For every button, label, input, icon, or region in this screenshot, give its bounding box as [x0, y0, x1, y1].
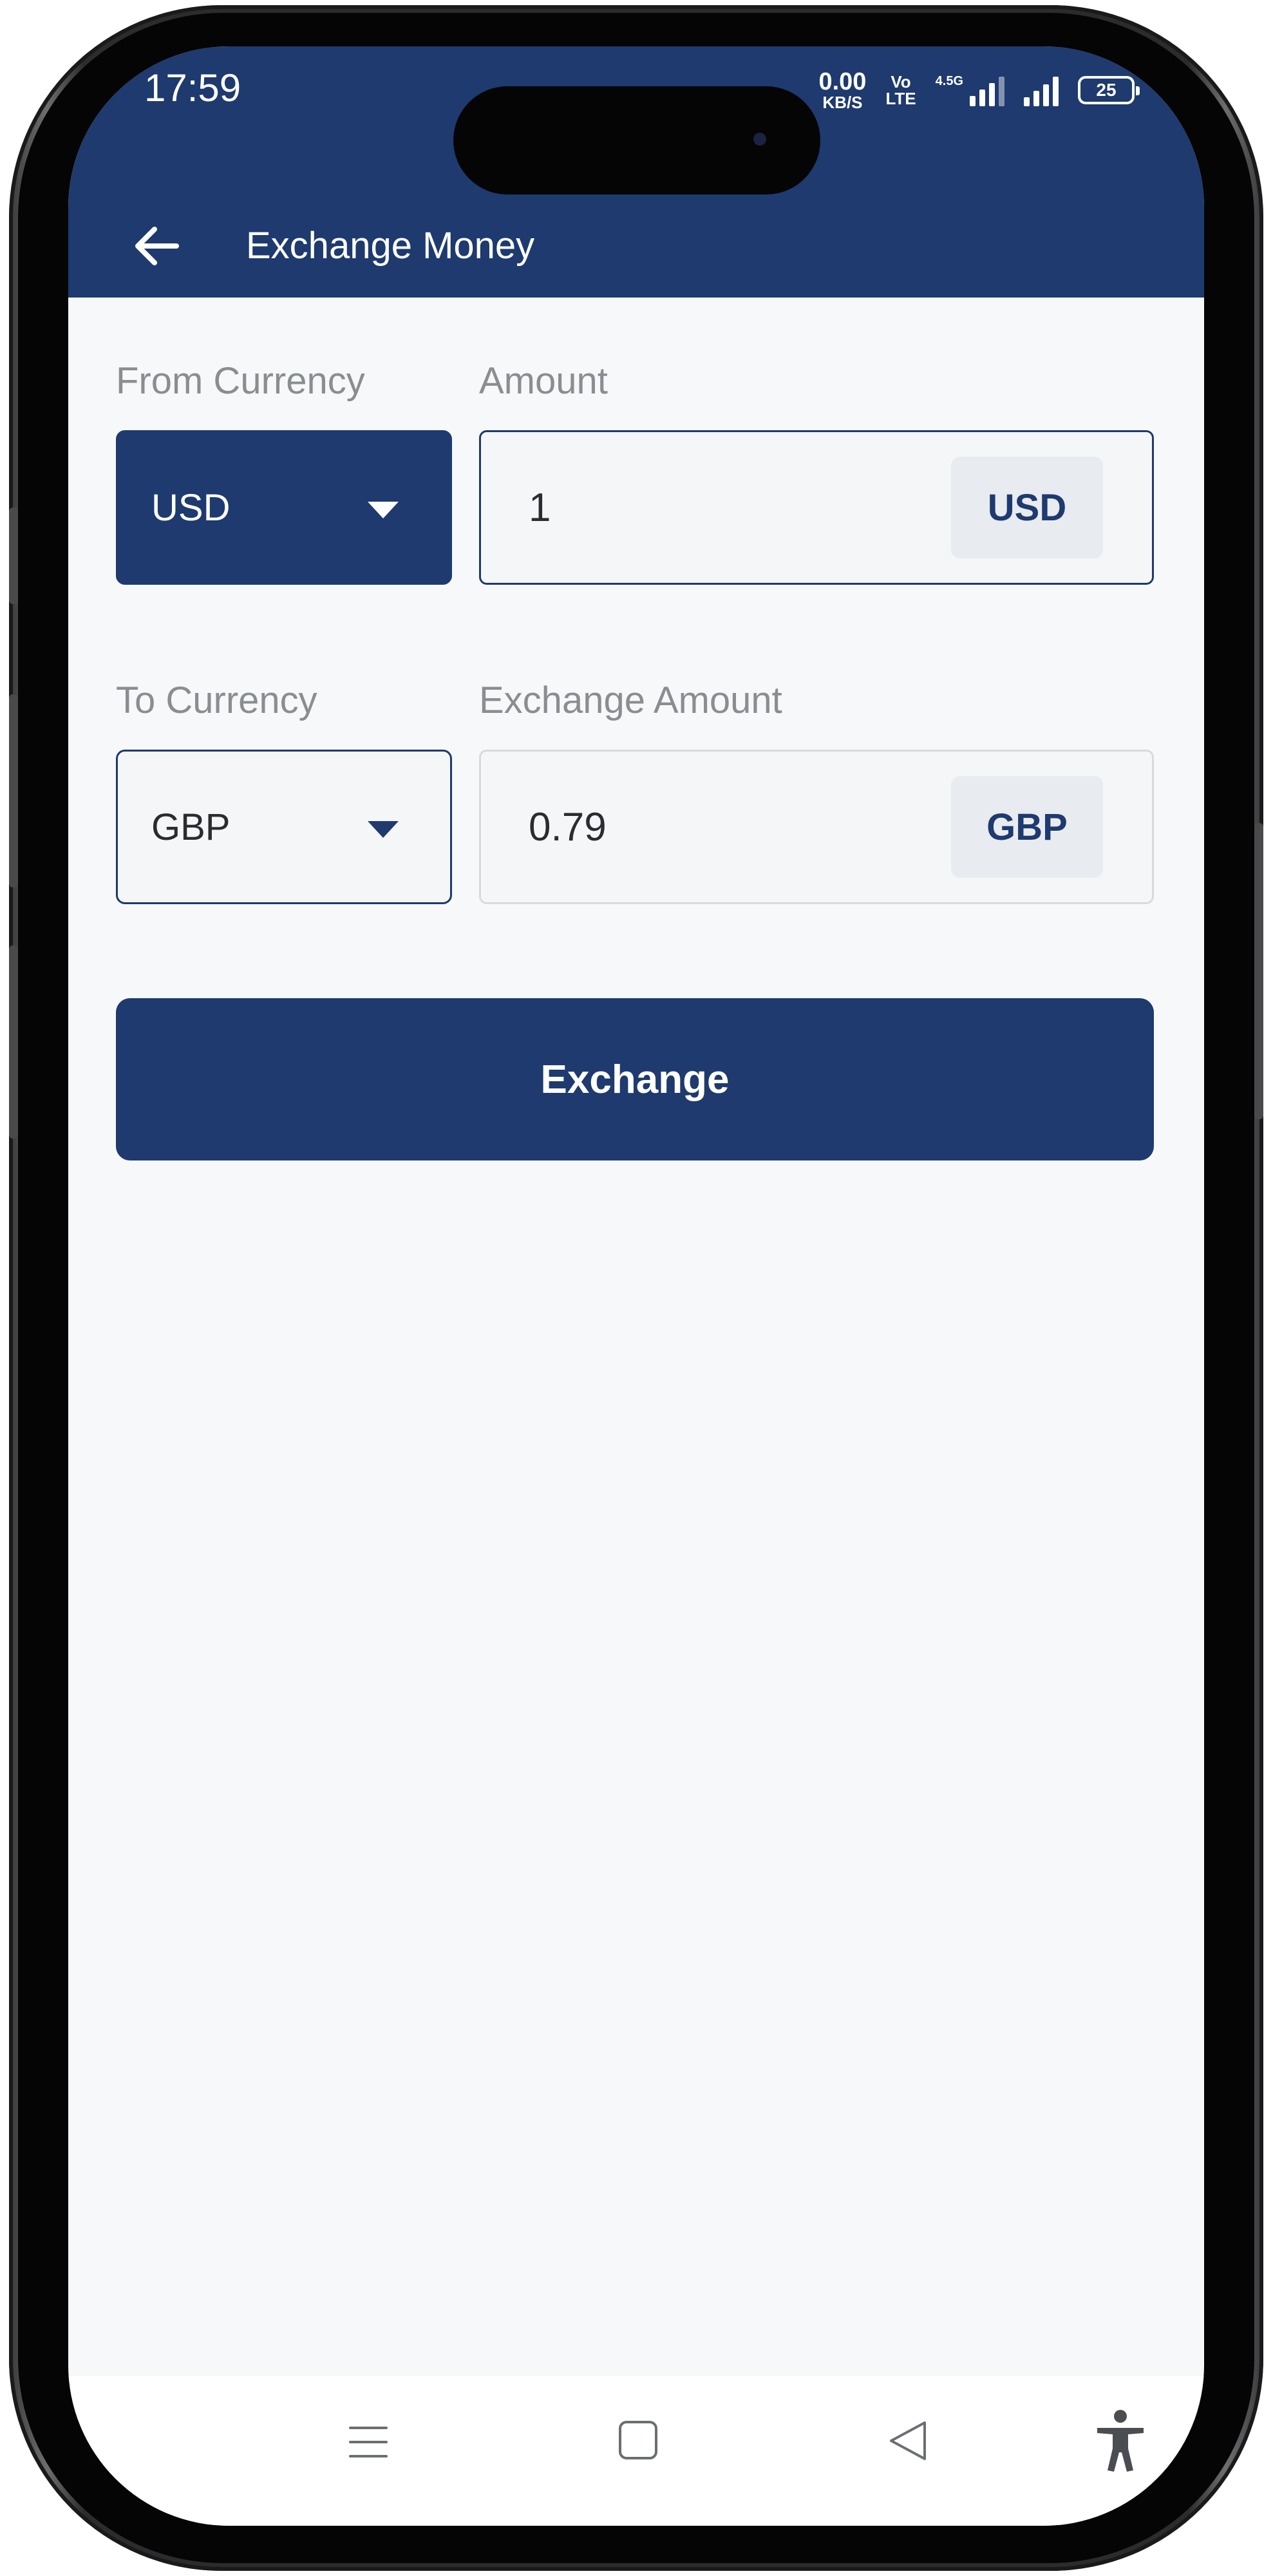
battery-icon: 25: [1078, 76, 1140, 104]
volte-top-text: Vo: [891, 72, 911, 91]
back-triangle-icon[interactable]: [887, 2419, 929, 2463]
menu-icon[interactable]: [348, 2421, 389, 2463]
camera-dot: [753, 133, 766, 146]
arrow-left-icon[interactable]: [131, 220, 183, 272]
signal-bars-icon: [1024, 74, 1059, 106]
exchange-amount-label: Exchange Amount: [479, 679, 782, 721]
amount-label: Amount: [479, 360, 608, 402]
to-currency-dropdown[interactable]: GBP: [116, 750, 452, 904]
volume-down-button: [9, 945, 18, 1139]
chevron-down-icon: [368, 821, 399, 838]
from-currency-value: USD: [151, 486, 231, 529]
network-speed-value: 0.00: [818, 68, 867, 95]
signal-4g-icon: 4.5G: [936, 74, 1004, 106]
accessibility-icon[interactable]: [1093, 2409, 1147, 2473]
exchange-amount-field: 0.79 GBP: [479, 750, 1154, 904]
to-currency-value: GBP: [151, 806, 231, 848]
home-icon[interactable]: [617, 2419, 659, 2461]
volte-bottom-text: LTE: [885, 89, 916, 108]
volte-icon: Vo LTE: [885, 73, 916, 107]
exchange-amount-unit-badge: GBP: [951, 776, 1103, 878]
status-time: 17:59: [144, 66, 241, 109]
power-button: [1254, 823, 1263, 1119]
amount-input-field[interactable]: USD: [479, 430, 1154, 585]
status-icons: 0.00 KB/S Vo LTE 4.5G 25: [818, 70, 1140, 111]
battery-level: 25: [1096, 80, 1117, 100]
app-screen: 17:59 0.00 KB/S Vo LTE 4.5G 25 Exchange …: [68, 46, 1204, 2526]
dynamic-island: [453, 86, 820, 194]
system-nav-bar: [68, 2376, 1204, 2526]
from-currency-label: From Currency: [116, 360, 365, 402]
network-speed: 0.00 KB/S: [818, 70, 866, 111]
to-currency-label: To Currency: [116, 679, 317, 721]
app-bar: 17:59 0.00 KB/S Vo LTE 4.5G 25 Exchange …: [68, 46, 1204, 298]
signal-label: 4.5G: [935, 74, 963, 88]
action-button: [9, 507, 18, 604]
from-currency-dropdown[interactable]: USD: [116, 430, 452, 585]
amount-input[interactable]: [529, 484, 915, 531]
exchange-amount-value: 0.79: [529, 804, 607, 849]
amount-unit-badge: USD: [951, 457, 1103, 558]
chevron-down-icon: [368, 502, 399, 518]
volume-up-button: [9, 694, 18, 887]
exchange-button[interactable]: Exchange: [116, 998, 1154, 1160]
page-title: Exchange Money: [246, 225, 535, 267]
network-speed-unit: KB/S: [822, 93, 863, 112]
